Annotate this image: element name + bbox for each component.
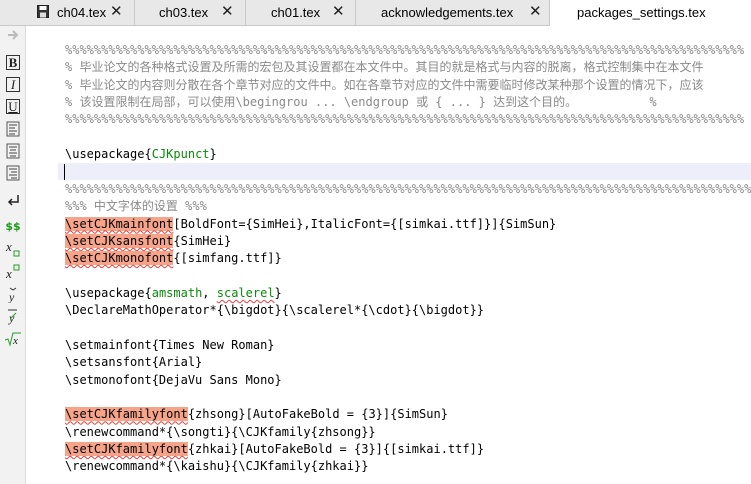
command-arguments: {SimHei} — [173, 233, 232, 248]
code-line[interactable]: % 毕业论文的各种格式设置及所需的宏包及其设置都在本文件中。其目的就是格式与内容… — [58, 59, 751, 76]
code-line[interactable]: \DeclareMathOperator*{\bigdot}{\scalerel… — [58, 302, 751, 319]
close-icon[interactable]: ✕ — [332, 3, 345, 21]
code-line[interactable]: %%%%%%%%%%%%%%%%%%%%%%%%%%%%%%%%%%%%%%%%… — [58, 181, 751, 198]
svg-text:x: x — [5, 266, 12, 280]
svg-text:y: y — [8, 290, 15, 303]
comment-text: %%%%%%%%%%%%%%%%%%%%%%%%%%%%%%%%%%%%%%%%… — [65, 112, 745, 127]
align-left-icon[interactable] — [4, 121, 22, 137]
code-line[interactable] — [58, 129, 751, 146]
comment-text: %%%%%%%%%%%%%%%%%%%%%%%%%%%%%%%%%%%%%%%%… — [65, 43, 745, 57]
code-line[interactable]: \setmainfont{Times New Roman} — [58, 337, 751, 354]
bar-y-icon[interactable]: y — [4, 307, 22, 325]
current-line[interactable] — [58, 163, 751, 181]
command-arguments: {zhsong}[AutoFakeBold = {3}]{SimSun} — [187, 407, 448, 422]
text-caret — [64, 164, 65, 181]
forward-arrow-icon[interactable] — [4, 27, 22, 43]
comment-text: % 该设置限制在局部，可以使用\begingrou ... \endgroup … — [65, 95, 657, 110]
comment-text: % 毕业论文的各种格式设置及所需的宏包及其设置都在本文件中。其目的就是格式与内容… — [65, 60, 704, 75]
tab-label: ch03.tex — [159, 5, 209, 20]
align-center-icon[interactable] — [4, 143, 22, 159]
code-text: \setmonofont{DejaVu Sans Mono} — [65, 372, 282, 387]
cjk-font-line: \setCJKmainfont[BoldFont={SimHei},Italic… — [58, 216, 557, 231]
code-text: \renewcommand*{\kaishu}{\CJKfamily{zhkai… — [65, 459, 369, 474]
comment-text: %%% 中文字体的设置 %%% — [65, 199, 207, 214]
cjk-command: \setCJKmainfont — [65, 216, 174, 231]
cjk-command: \setCJKsansfont — [65, 233, 174, 248]
cjk-font-line: \setCJKfamilyfont{zhkai}[AutoFakeBold = … — [58, 442, 485, 457]
tab-label: acknowledgements.tex — [381, 5, 514, 20]
code-line[interactable]: \renewcommand*{\songti}{\CJKfamily{zhson… — [58, 424, 751, 441]
comment-text: %%%%%%%%%%%%%%%%%%%%%%%%%%%%%%%%%%%%%%%%… — [65, 181, 751, 196]
code-text: \DeclareMathOperator*{\bigdot}{\scalerel… — [65, 303, 485, 318]
save-disk-icon — [37, 5, 49, 18]
package-name: CJKpunct — [151, 147, 210, 162]
svg-text:x: x — [12, 335, 18, 347]
code-line[interactable] — [58, 320, 751, 337]
italic-icon[interactable]: I — [6, 77, 20, 92]
math-dollar-icon[interactable]: $$ — [4, 219, 22, 235]
command-arguments: {zhkai}[AutoFakeBold = {3}]{[simkai.ttf]… — [187, 442, 485, 457]
code-line[interactable]: % 该设置限制在局部，可以使用\begingrou ... \endgroup … — [58, 94, 751, 111]
tab-packages-settings[interactable]: packages_settings.tex — [550, 0, 751, 26]
code-line[interactable]: \setmonofont{DejaVu Sans Mono} — [58, 372, 751, 389]
newline-icon[interactable] — [4, 193, 22, 209]
code-editor[interactable]: %%%%%%%%%%%%%%%%%%%%%%%%%%%%%%%%%%%%%%%%… — [58, 26, 751, 484]
code-line[interactable]: \setCJKfamilyfont{zhkai}[AutoFakeBold = … — [58, 441, 751, 458]
code-line[interactable]: %%% 中文字体的设置 %%% — [58, 198, 751, 215]
code-text: \renewcommand*{\songti}{\CJKfamily{zhson… — [65, 424, 376, 439]
usepackage-line: \usepackage{amsmath, scalerel} — [65, 285, 282, 300]
comment-text: % 毕业论文的内容则分散在各个章节对应的文件中。如在各章节对应的文件中需要临时修… — [65, 77, 704, 92]
cjk-command: \setCJKfamilyfont — [65, 407, 188, 422]
code-line[interactable]: %%%%%%%%%%%%%%%%%%%%%%%%%%%%%%%%%%%%%%%%… — [58, 42, 751, 59]
subscript-icon[interactable]: x — [4, 240, 22, 257]
tab-ch03[interactable]: ch03.tex ✕ — [135, 0, 246, 25]
bold-icon[interactable]: B — [6, 55, 20, 70]
cjk-font-line: \setCJKmonofont{[simfang.ttf]} — [58, 251, 282, 266]
accent-y-icon[interactable]: y — [4, 285, 22, 303]
svg-text:x: x — [5, 240, 12, 254]
usepackage-line: \usepackage{CJKpunct} — [65, 147, 217, 162]
tab-label: ch01.tex — [271, 5, 321, 20]
separator: , — [202, 285, 217, 300]
align-right-icon[interactable] — [4, 165, 22, 181]
sqrt-icon[interactable]: x — [4, 330, 22, 347]
code-line[interactable] — [58, 268, 751, 285]
code-line[interactable] — [58, 389, 751, 406]
code-line[interactable]: \setCJKmainfont[BoldFont={SimHei},Italic… — [58, 216, 751, 233]
cjk-font-line: \setCJKsansfont{SimHei} — [58, 233, 232, 248]
cjk-command: \setCJKmonofont — [65, 251, 174, 266]
command-arguments: [BoldFont={SimHei},ItalicFont={[simkai.t… — [173, 216, 557, 231]
tab-label: ch04.tex — [57, 5, 107, 20]
code-line[interactable]: \usepackage{CJKpunct} — [58, 146, 751, 163]
code-line[interactable]: \renewcommand*{\kaishu}{\CJKfamily{zhkai… — [58, 458, 751, 475]
code-line[interactable]: \setsansfont{Arial} — [58, 354, 751, 371]
code-line[interactable]: % 毕业论文的内容则分散在各个章节对应的文件中。如在各章节对应的文件中需要临时修… — [58, 77, 751, 94]
close-icon[interactable]: ✕ — [529, 3, 542, 21]
latex-command: \usepackage — [65, 285, 145, 300]
tab-ch04[interactable]: ch04.tex ✕ — [26, 0, 135, 25]
code-line[interactable]: \usepackage{amsmath, scalerel} — [58, 285, 751, 302]
command-arguments: {[simfang.ttf]} — [173, 251, 282, 266]
code-text: \setsansfont{Arial} — [65, 355, 203, 370]
package-name: scalerel — [216, 285, 275, 300]
tab-bar: ch04.tex ✕ ch03.tex ✕ ch01.tex ✕ acknowl… — [0, 0, 751, 26]
close-icon[interactable]: ✕ — [110, 3, 123, 21]
underline-icon[interactable]: U — [6, 99, 20, 114]
package-name: amsmath — [151, 285, 203, 300]
format-toolbar: B I U $$ x x y y x — [0, 26, 26, 484]
tab-label: packages_settings.tex — [577, 5, 706, 20]
cjk-command: \setCJKfamilyfont — [65, 442, 188, 457]
tab-ch01[interactable]: ch01.tex ✕ — [246, 0, 356, 25]
code-line[interactable]: \setCJKmonofont{[simfang.ttf]} — [58, 250, 751, 267]
latex-command: \usepackage — [65, 147, 145, 162]
superscript-icon[interactable]: x — [4, 262, 22, 280]
cjk-font-line: \setCJKfamilyfont{zhsong}[AutoFakeBold =… — [58, 407, 448, 422]
code-text: \setmainfont{Times New Roman} — [65, 337, 275, 352]
code-line[interactable]: \setCJKfamilyfont{zhsong}[AutoFakeBold =… — [58, 406, 751, 423]
close-icon[interactable]: ✕ — [221, 3, 234, 21]
code-line[interactable]: %%%%%%%%%%%%%%%%%%%%%%%%%%%%%%%%%%%%%%%%… — [58, 111, 751, 128]
code-line[interactable]: \setCJKsansfont{SimHei} — [58, 233, 751, 250]
tab-acknowledgements[interactable]: acknowledgements.tex ✕ — [356, 0, 550, 25]
